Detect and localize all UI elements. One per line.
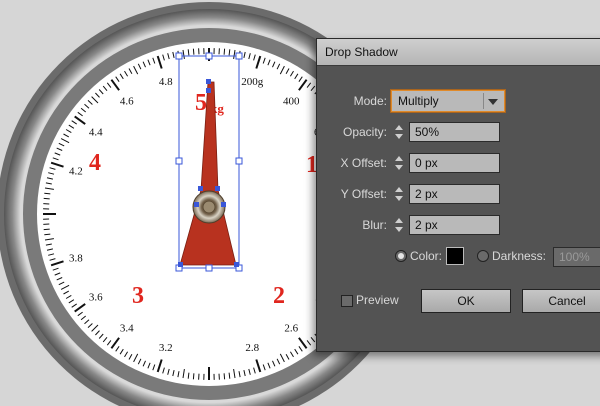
- dial-label: 400: [283, 96, 300, 108]
- step-up-icon[interactable]: [395, 156, 403, 161]
- drop-shadow-dialog: Drop Shadow Mode: Multiply Opacity: 50% …: [316, 38, 600, 352]
- dial-major-4: 4: [89, 150, 101, 176]
- opacity-stepper[interactable]: [393, 123, 407, 141]
- xoffset-stepper[interactable]: [393, 154, 407, 172]
- darkness-label: Darkness:: [492, 249, 547, 263]
- step-up-icon[interactable]: [395, 125, 403, 130]
- dial-tick: [187, 49, 190, 56]
- preview-label: Preview: [356, 293, 399, 307]
- dialog-title[interactable]: Drop Shadow: [317, 39, 600, 66]
- xoffset-row: X Offset: 0 px: [317, 153, 500, 173]
- dial-tick: [228, 49, 231, 56]
- dial-major-3: 3: [132, 283, 144, 309]
- preview-checkbox[interactable]: [341, 295, 353, 307]
- opacity-row: Opacity: 50%: [317, 122, 500, 142]
- step-up-icon[interactable]: [395, 187, 403, 192]
- step-down-icon[interactable]: [395, 196, 403, 201]
- step-down-icon[interactable]: [395, 165, 403, 170]
- dial-tick: [223, 48, 226, 55]
- dial-tick: [192, 48, 195, 55]
- mode-value: Multiply: [398, 94, 439, 108]
- step-down-icon[interactable]: [395, 227, 403, 232]
- yoffset-label: Y Offset:: [340, 187, 387, 201]
- mode-label: Mode:: [353, 94, 387, 108]
- dial-label: 2.8: [245, 342, 259, 354]
- xoffset-input[interactable]: 0 px: [409, 153, 500, 173]
- dial-label: 200g: [241, 76, 264, 88]
- blur-label: Blur:: [362, 218, 387, 232]
- blur-row: Blur: 2 px: [317, 215, 500, 235]
- color-label: Color:: [410, 249, 443, 263]
- dial-tick: [43, 197, 50, 200]
- blur-stepper[interactable]: [393, 216, 407, 234]
- blur-input[interactable]: 2 px: [409, 215, 500, 235]
- mode-dropdown[interactable]: Multiply: [391, 90, 505, 112]
- dropdown-divider: [483, 93, 484, 109]
- step-down-icon[interactable]: [395, 134, 403, 139]
- dial-label: 4.6: [120, 96, 134, 108]
- dial-label: 3.8: [69, 252, 83, 264]
- ok-button[interactable]: OK: [421, 289, 511, 313]
- mode-row: Mode:: [317, 91, 387, 111]
- dial-tick: [43, 228, 50, 231]
- dial-tick: [192, 373, 195, 380]
- darkness-radio[interactable]: [477, 250, 489, 262]
- dial-tick: [228, 372, 231, 379]
- opacity-input[interactable]: 50%: [409, 122, 500, 142]
- step-up-icon[interactable]: [395, 218, 403, 223]
- yoffset-stepper[interactable]: [393, 185, 407, 203]
- darkness-input[interactable]: 100%: [553, 247, 600, 267]
- dial-tick: [187, 372, 190, 379]
- cancel-button[interactable]: Cancel: [522, 289, 600, 313]
- dial-label: 3.4: [120, 322, 134, 334]
- xoffset-label: X Offset:: [340, 156, 387, 170]
- yoffset-input[interactable]: 2 px: [409, 184, 500, 204]
- dial-label: 2.6: [284, 322, 298, 334]
- yoffset-row: Y Offset: 2 px: [317, 184, 500, 204]
- color-radio[interactable]: [395, 250, 407, 262]
- dial-label: 3.6: [89, 291, 103, 303]
- needle-hub-center: [202, 200, 216, 214]
- dial-center-value: 5: [195, 90, 207, 116]
- dial-label: 3.2: [159, 342, 173, 354]
- shadow-color-swatch[interactable]: [446, 247, 464, 265]
- dial-major-2: 2: [273, 283, 285, 309]
- dial-tick: [44, 233, 51, 236]
- dial-label: 4.2: [69, 166, 83, 178]
- dial-tick: [44, 192, 51, 195]
- dial-label: 4.8: [159, 76, 173, 88]
- dial-tick: [223, 373, 226, 380]
- opacity-label: Opacity:: [342, 125, 387, 139]
- dial-label: 4.4: [89, 127, 103, 139]
- chevron-down-icon: [488, 99, 498, 105]
